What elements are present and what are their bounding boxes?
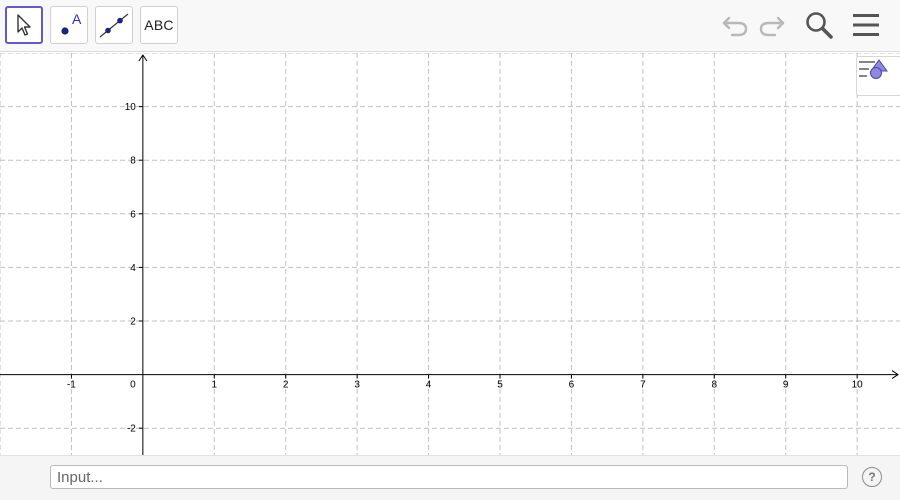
grid-lines <box>0 53 900 455</box>
x-tick-label: 2 <box>283 380 289 391</box>
help-button[interactable]: ? <box>862 467 882 487</box>
menu-icon <box>853 14 879 36</box>
undo-icon <box>722 16 748 37</box>
main-menu-button[interactable] <box>849 8 883 42</box>
search-icon <box>806 12 833 39</box>
x-tick-label: 7 <box>640 380 646 391</box>
tick-labels: -1 0 1 2 3 4 5 6 7 8 9 10 -2 2 4 6 8 10 <box>67 102 863 435</box>
x-tick-label: 8 <box>712 380 718 391</box>
cursor-arrow-icon <box>17 14 31 36</box>
x-tick-label: 5 <box>497 380 503 391</box>
help-icon: ? <box>868 470 876 484</box>
move-tool-button[interactable] <box>5 6 43 44</box>
input-bar: ? <box>0 455 900 500</box>
undo-button[interactable] <box>718 8 752 42</box>
x-tick-label: -1 <box>67 380 76 391</box>
line-through-two-points-icon <box>99 13 129 38</box>
x-tick-label: 9 <box>783 380 789 391</box>
toolbar: A ABC <box>0 0 900 52</box>
x-tick-label: 0 <box>130 380 136 391</box>
coordinate-plane[interactable]: -1 0 1 2 3 4 5 6 7 8 9 10 -2 2 4 6 8 10 <box>0 53 900 455</box>
x-tick-label: 1 <box>212 380 218 391</box>
graphics-view[interactable]: -1 0 1 2 3 4 5 6 7 8 9 10 -2 2 4 6 8 10 <box>0 53 900 455</box>
y-tick-label: 2 <box>130 317 136 328</box>
line-tool-button[interactable] <box>95 6 133 44</box>
x-tick-label: 4 <box>426 380 432 391</box>
redo-icon <box>759 16 785 37</box>
style-bar-toggle-icon <box>859 59 888 79</box>
x-tick-label: 6 <box>569 380 575 391</box>
redo-button[interactable] <box>755 8 789 42</box>
point-icon: A <box>61 11 82 35</box>
y-tick-label: 8 <box>130 156 136 167</box>
x-tick-label: 10 <box>852 380 864 391</box>
y-tick-label: 10 <box>125 102 137 113</box>
search-button[interactable] <box>802 8 836 42</box>
text-tool-button[interactable]: ABC <box>140 6 178 44</box>
y-tick-label: 6 <box>130 209 136 220</box>
point-tool-button[interactable]: A <box>50 6 88 44</box>
axes <box>0 54 899 455</box>
y-tick-label: 4 <box>130 263 136 274</box>
algebra-input-field[interactable] <box>50 465 848 489</box>
text-icon: ABC <box>144 17 174 33</box>
point-tool-label: A <box>72 11 82 27</box>
y-tick-label: -2 <box>127 424 136 435</box>
style-bar-toggle-button[interactable] <box>856 56 900 96</box>
x-tick-label: 3 <box>354 380 360 391</box>
